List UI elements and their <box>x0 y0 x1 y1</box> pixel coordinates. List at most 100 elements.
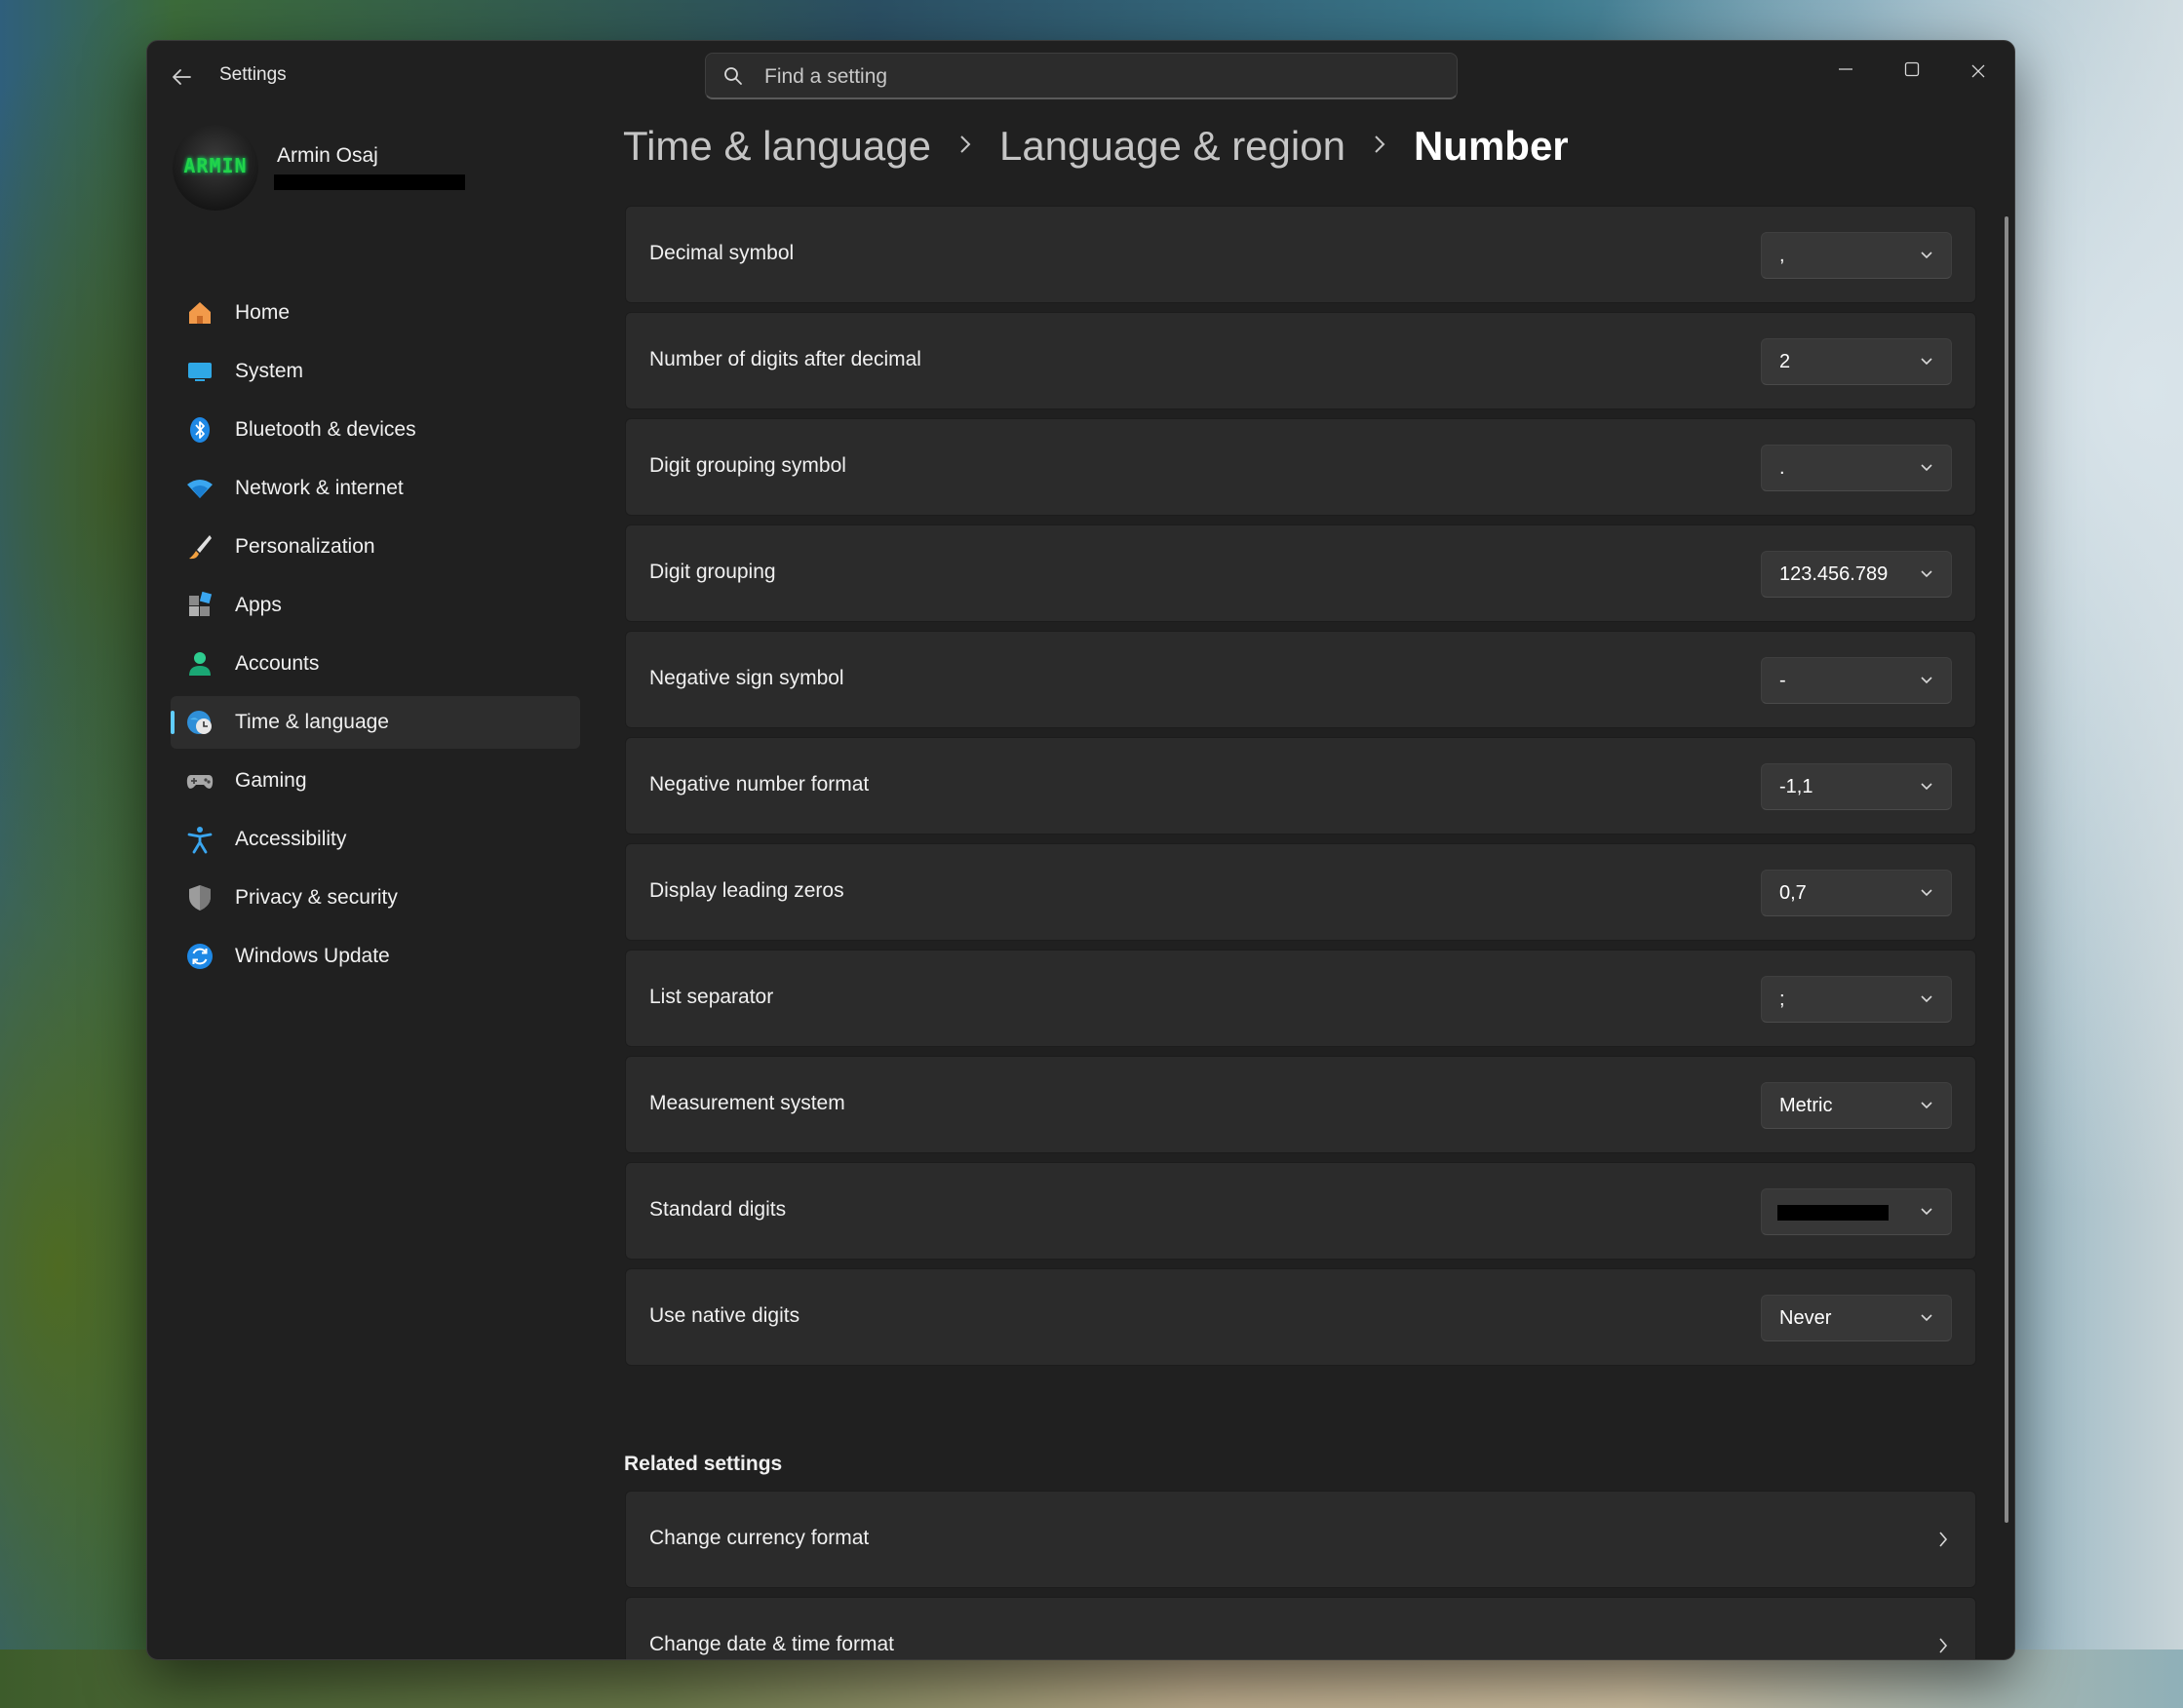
chevron-down-icon <box>1921 1314 1932 1322</box>
dropdown-value: 123.456.789 <box>1779 563 1889 585</box>
digit-grouping-dropdown[interactable]: 123.456.789 <box>1761 551 1952 598</box>
breadcrumb-language-region[interactable]: Language & region <box>999 123 1345 170</box>
maximize-icon <box>1904 61 1920 77</box>
setting-digit-grouping: Digit grouping 123.456.789 <box>625 524 1976 622</box>
related-settings-heading: Related settings <box>624 1453 783 1475</box>
shield-icon <box>184 882 215 913</box>
setting-negative-sign-symbol: Negative sign symbol - <box>625 631 1976 728</box>
digits-after-decimal-dropdown[interactable]: 2 <box>1761 338 1952 385</box>
related-settings-list: Change currency format Change date & tim… <box>625 1491 1976 1659</box>
chevron-down-icon <box>1921 677 1932 684</box>
sidebar-item-bluetooth[interactable]: Bluetooth & devices <box>171 404 580 456</box>
search-box[interactable] <box>705 53 1458 99</box>
measurement-system-dropdown[interactable]: Metric <box>1761 1082 1952 1129</box>
chevron-down-icon <box>1921 464 1932 472</box>
sidebar-item-label: Accessibility <box>235 828 347 850</box>
decimal-symbol-dropdown[interactable]: , <box>1761 232 1952 279</box>
setting-measurement-system: Measurement system Metric <box>625 1056 1976 1153</box>
dropdown-value: ; <box>1779 989 1785 1010</box>
dropdown-value: Never <box>1779 1307 1832 1329</box>
chevron-right-icon <box>1373 130 1386 163</box>
setting-digit-grouping-symbol: Digit grouping symbol . <box>625 418 1976 516</box>
setting-label: Digit grouping symbol <box>649 454 846 477</box>
bluetooth-icon <box>184 414 215 446</box>
search-input[interactable] <box>762 61 1439 93</box>
setting-label: Display leading zeros <box>649 879 844 902</box>
avatar[interactable]: ARMIN <box>173 125 258 211</box>
sidebar-item-gaming[interactable]: Gaming <box>171 755 580 807</box>
list-separator-dropdown[interactable]: ; <box>1761 976 1952 1023</box>
sidebar-item-windows-update[interactable]: Windows Update <box>171 930 580 983</box>
sidebar-item-label: Network & internet <box>235 477 404 499</box>
maximize-button[interactable] <box>1886 49 1938 92</box>
setting-display-leading-zeros: Display leading zeros 0,7 <box>625 843 1976 941</box>
chevron-down-icon <box>1921 995 1932 1003</box>
dropdown-value: , <box>1779 245 1785 266</box>
sidebar-item-label: Accounts <box>235 652 320 675</box>
close-icon <box>1971 64 1985 78</box>
change-currency-format-link[interactable]: Change currency format <box>625 1491 1976 1588</box>
link-label: Change date & time format <box>649 1633 894 1655</box>
back-button[interactable] <box>167 62 196 92</box>
chevron-down-icon <box>1921 252 1932 259</box>
sidebar-item-accessibility[interactable]: Accessibility <box>171 813 580 866</box>
profile-name: Armin Osaj <box>277 144 378 167</box>
chevron-down-icon <box>1921 1102 1932 1109</box>
avatar-text: ARMIN <box>183 154 248 177</box>
number-settings-list: Decimal symbol , Number of digits after … <box>625 206 1976 1375</box>
sidebar-item-home[interactable]: Home <box>171 287 580 339</box>
dropdown-value: 2 <box>1779 351 1791 372</box>
home-icon <box>184 297 215 329</box>
setting-label: Digit grouping <box>649 561 776 583</box>
setting-label: Standard digits <box>649 1198 787 1221</box>
breadcrumb-time-language[interactable]: Time & language <box>623 123 931 170</box>
close-button[interactable] <box>1952 49 2005 92</box>
chevron-right-icon <box>1939 1638 1948 1653</box>
display-leading-zeros-dropdown[interactable]: 0,7 <box>1761 870 1952 916</box>
sidebar-item-label: Bluetooth & devices <box>235 418 416 441</box>
sidebar-item-label: System <box>235 360 304 382</box>
link-label: Change currency format <box>649 1527 870 1549</box>
setting-decimal-symbol: Decimal symbol , <box>625 206 1976 303</box>
sidebar-item-privacy-security[interactable]: Privacy & security <box>171 872 580 924</box>
breadcrumb: Time & language Language & region Number <box>623 123 1569 170</box>
redacted-value <box>1777 1205 1889 1221</box>
dropdown-value: Metric <box>1779 1095 1833 1116</box>
sidebar-item-label: Time & language <box>235 711 389 733</box>
sidebar-nav: Home System Bluetooth & devices Network … <box>171 287 580 989</box>
gamepad-icon <box>184 765 215 796</box>
setting-label: Number of digits after decimal <box>649 348 921 370</box>
dropdown-value: - <box>1779 670 1786 691</box>
search-icon <box>724 67 742 85</box>
negative-number-format-dropdown[interactable]: -1,1 <box>1761 763 1952 810</box>
app-title: Settings <box>219 64 287 85</box>
vertical-scrollbar[interactable] <box>2005 216 2008 1523</box>
sidebar-item-label: Gaming <box>235 769 307 792</box>
update-icon <box>184 941 215 972</box>
dropdown-value: -1,1 <box>1779 776 1813 797</box>
setting-label: List separator <box>649 986 774 1008</box>
setting-label: Negative sign symbol <box>649 667 844 689</box>
sidebar-item-time-language[interactable]: Time & language <box>171 696 580 749</box>
sidebar-item-system[interactable]: System <box>171 345 580 398</box>
sidebar-item-accounts[interactable]: Accounts <box>171 638 580 690</box>
setting-use-native-digits: Use native digits Never <box>625 1268 1976 1366</box>
digit-grouping-symbol-dropdown[interactable]: . <box>1761 445 1952 491</box>
wifi-icon <box>184 473 215 504</box>
use-native-digits-dropdown[interactable]: Never <box>1761 1295 1952 1341</box>
standard-digits-dropdown[interactable] <box>1761 1188 1952 1235</box>
sidebar-item-personalization[interactable]: Personalization <box>171 521 580 573</box>
page-title: Number <box>1413 123 1569 169</box>
globe-clock-icon <box>184 707 215 738</box>
sidebar-item-apps[interactable]: Apps <box>171 579 580 632</box>
change-date-time-format-link[interactable]: Change date & time format <box>625 1597 1976 1659</box>
person-icon <box>184 648 215 679</box>
minimize-button[interactable] <box>1819 49 1872 92</box>
sidebar-item-network[interactable]: Network & internet <box>171 462 580 515</box>
apps-icon <box>184 590 215 621</box>
system-icon <box>184 356 215 387</box>
setting-label: Negative number format <box>649 773 870 796</box>
chevron-down-icon <box>1921 783 1932 791</box>
chevron-down-icon <box>1921 570 1932 578</box>
negative-sign-symbol-dropdown[interactable]: - <box>1761 657 1952 704</box>
